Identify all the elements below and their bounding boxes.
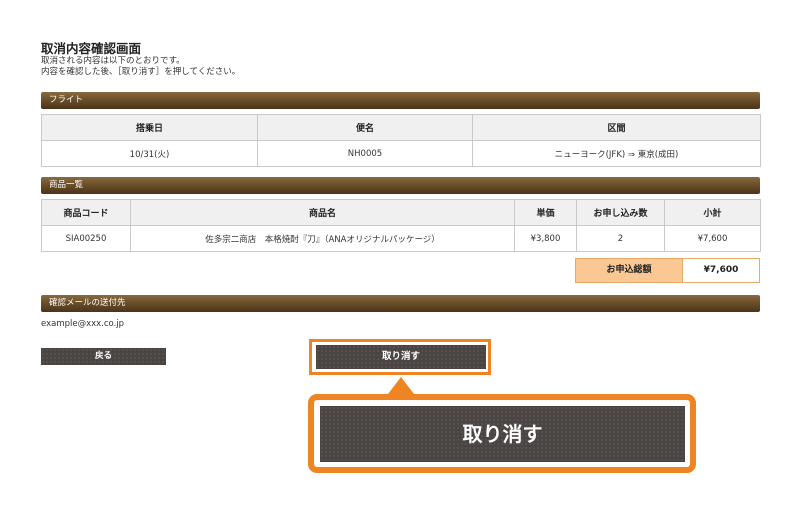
page-title: 取消内容確認画面 <box>41 41 142 56</box>
cancel-button-zoomed: 取り消す <box>320 406 685 462</box>
email-section-header: 確認メールの送付先 <box>41 295 760 312</box>
cell-boarding-date: 10/31(火) <box>41 140 258 167</box>
products-table: 商品コード 商品名 単価 お申し込み数 小計 SIA00250 佐多宗二商店 本… <box>41 199 761 252</box>
cell-subtotal: ¥7,600 <box>664 225 761 252</box>
flight-table: 搭乗日 便名 区間 10/31(火) NH0005 ニューヨーク(JFK) ⇒ … <box>41 114 761 167</box>
flight-section-header: フライト <box>41 92 760 109</box>
column-header-route: 区間 <box>472 114 761 141</box>
column-header-product-code: 商品コード <box>41 199 131 226</box>
column-header-quantity: お申し込み数 <box>576 199 665 226</box>
table-header-row: 商品コード 商品名 単価 お申し込み数 小計 <box>41 199 761 226</box>
cell-route: ニューヨーク(JFK) ⇒ 東京(成田) <box>472 140 761 167</box>
page-description-line2: 内容を確認した後、［取り消す］を押してください。 <box>41 67 241 77</box>
column-header-flight-number: 便名 <box>257 114 473 141</box>
cell-flight-number: NH0005 <box>257 140 473 167</box>
table-row: 10/31(火) NH0005 ニューヨーク(JFK) ⇒ 東京(成田) <box>41 140 761 167</box>
column-header-unit-price: 単価 <box>514 199 577 226</box>
total-amount-label: お申込総額 <box>575 258 683 283</box>
table-header-row: 搭乗日 便名 区間 <box>41 114 761 141</box>
products-section-header: 商品一覧 <box>41 177 760 194</box>
table-row: SIA00250 佐多宗二商店 本格焼酎『刀』（ANAオリジナルパッケージ） ¥… <box>41 225 761 252</box>
cell-product-code: SIA00250 <box>41 225 131 252</box>
column-header-product-name: 商品名 <box>130 199 515 226</box>
cell-quantity: 2 <box>576 225 665 252</box>
cell-product-name: 佐多宗二商店 本格焼酎『刀』（ANAオリジナルパッケージ） <box>130 225 515 252</box>
callout-arrow <box>388 377 414 394</box>
cancel-button[interactable]: 取り消す <box>316 345 486 369</box>
total-amount-value: ¥7,600 <box>683 258 760 283</box>
confirmation-email-address: example@xxx.co.jp <box>41 319 125 329</box>
column-header-subtotal: 小計 <box>664 199 761 226</box>
cell-unit-price: ¥3,800 <box>514 225 577 252</box>
column-header-boarding-date: 搭乗日 <box>41 114 258 141</box>
back-button[interactable]: 戻る <box>41 348 166 365</box>
page-description-line1: 取消される内容は以下のとおりです。 <box>41 56 185 66</box>
